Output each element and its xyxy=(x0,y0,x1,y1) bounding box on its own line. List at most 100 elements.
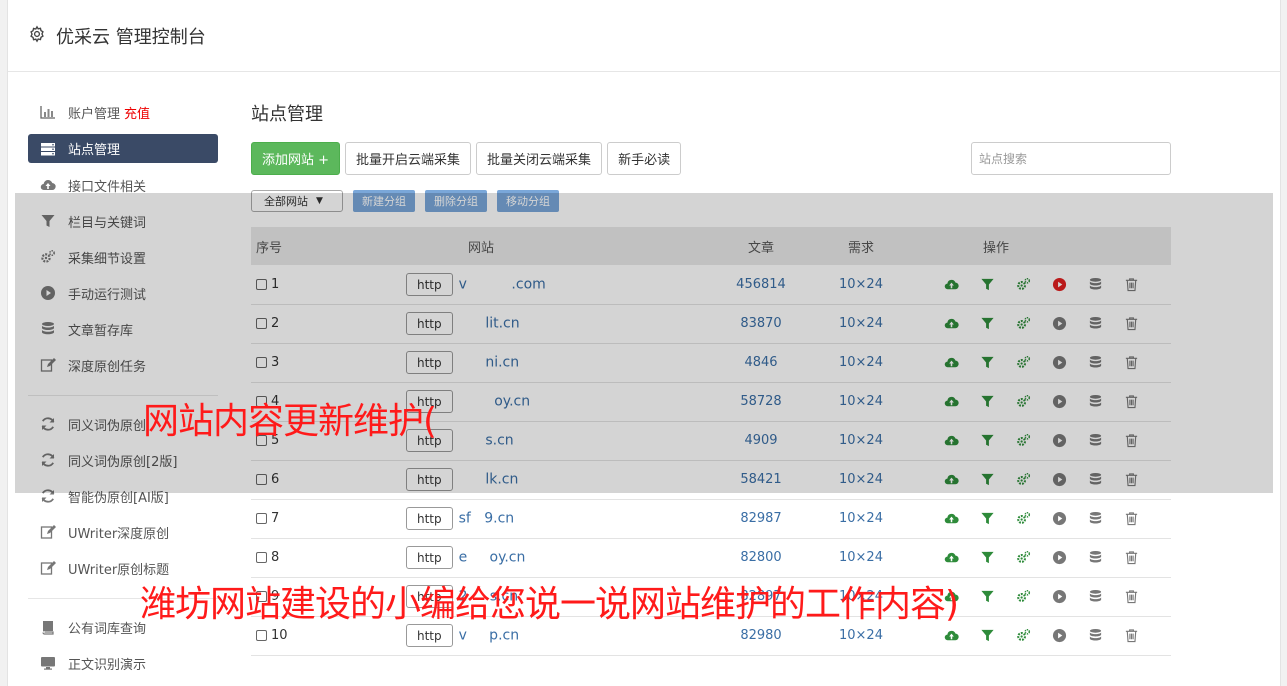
cogs-icon[interactable] xyxy=(1016,550,1052,565)
play-circle-icon[interactable] xyxy=(1052,277,1088,292)
new-group-button[interactable]: 新建分组 xyxy=(353,190,415,212)
articles-count-link[interactable]: 456814 xyxy=(691,265,831,305)
cogs-icon[interactable] xyxy=(1016,394,1052,409)
cogs-icon[interactable] xyxy=(1016,355,1052,370)
database-icon[interactable] xyxy=(1088,355,1124,370)
filter-icon[interactable] xyxy=(980,316,1016,331)
articles-count-link[interactable]: 58421 xyxy=(691,460,831,500)
filter-icon[interactable] xyxy=(980,511,1016,526)
row-checkbox[interactable] xyxy=(256,591,267,602)
trash-icon[interactable] xyxy=(1124,472,1160,487)
trash-icon[interactable] xyxy=(1124,394,1160,409)
sidebar-item-manual-run[interactable]: 手动运行测试 xyxy=(28,275,218,311)
articles-count-link[interactable]: 82980 xyxy=(691,616,831,656)
site-domain-link[interactable]: ni.cn xyxy=(459,355,519,371)
play-circle-icon[interactable] xyxy=(1052,472,1088,487)
cloud-upload-icon[interactable] xyxy=(944,394,980,409)
filter-icon[interactable] xyxy=(980,277,1016,292)
row-checkbox[interactable] xyxy=(256,396,267,407)
site-domain-link[interactable]: oy.cn xyxy=(459,394,530,410)
demand-link[interactable]: 10×24 xyxy=(831,343,891,383)
trash-icon[interactable] xyxy=(1124,277,1160,292)
site-domain-link[interactable]: sf 9.cn xyxy=(459,511,515,527)
cogs-icon[interactable] xyxy=(1016,433,1052,448)
database-icon[interactable] xyxy=(1088,589,1124,604)
cogs-icon[interactable] xyxy=(1016,472,1052,487)
row-checkbox[interactable] xyxy=(256,630,267,641)
filter-icon[interactable] xyxy=(980,355,1016,370)
site-domain-link[interactable]: lk.cn xyxy=(459,472,518,488)
play-circle-icon[interactable] xyxy=(1052,394,1088,409)
cloud-upload-icon[interactable] xyxy=(944,511,980,526)
protocol-badge[interactable]: http xyxy=(406,624,453,647)
protocol-badge[interactable]: http xyxy=(406,312,453,335)
sidebar-item-interface-files[interactable]: 接口文件相关 xyxy=(28,167,218,203)
database-icon[interactable] xyxy=(1088,316,1124,331)
recharge-link[interactable]: 充值 xyxy=(124,103,150,122)
articles-count-link[interactable]: 82897 xyxy=(691,577,831,617)
demand-link[interactable]: 10×24 xyxy=(831,616,891,656)
database-icon[interactable] xyxy=(1088,511,1124,526)
trash-icon[interactable] xyxy=(1124,550,1160,565)
filter-icon[interactable] xyxy=(980,433,1016,448)
row-checkbox[interactable] xyxy=(256,357,267,368)
database-icon[interactable] xyxy=(1088,472,1124,487)
trash-icon[interactable] xyxy=(1124,589,1160,604)
site-search-input[interactable]: 站点搜索 xyxy=(971,142,1171,175)
cloud-upload-icon[interactable] xyxy=(944,316,980,331)
delete-group-button[interactable]: 删除分组 xyxy=(425,190,487,212)
trash-icon[interactable] xyxy=(1124,511,1160,526)
cogs-icon[interactable] xyxy=(1016,511,1052,526)
articles-count-link[interactable]: 58728 xyxy=(691,382,831,422)
protocol-badge[interactable]: http xyxy=(406,585,453,608)
protocol-badge[interactable]: http xyxy=(406,468,453,491)
demand-link[interactable]: 10×24 xyxy=(831,577,891,617)
row-checkbox[interactable] xyxy=(256,552,267,563)
cloud-upload-icon[interactable] xyxy=(944,433,980,448)
sidebar-item-article-store[interactable]: 文章暂存库 xyxy=(28,311,218,347)
add-site-button[interactable]: 添加网站 + xyxy=(251,142,341,175)
protocol-badge[interactable]: http xyxy=(406,546,453,569)
sidebar-item-text-recognition[interactable]: 正文识别演示 xyxy=(28,645,218,681)
sidebar-item-synonym-rewrite[interactable]: 同义词伪原创 xyxy=(28,406,218,442)
sidebar-item-ai-rewrite[interactable]: 智能伪原创[AI版] xyxy=(28,478,218,514)
cloud-upload-icon[interactable] xyxy=(944,277,980,292)
site-domain-link[interactable]: e oy.cn xyxy=(459,550,526,566)
cloud-upload-icon[interactable] xyxy=(944,628,980,643)
row-checkbox[interactable] xyxy=(256,513,267,524)
articles-count-link[interactable]: 4846 xyxy=(691,343,831,383)
filter-icon[interactable] xyxy=(980,628,1016,643)
site-domain-link[interactable]: v p.cn xyxy=(459,628,519,644)
demand-link[interactable]: 10×24 xyxy=(831,304,891,344)
sidebar-item-deep-original[interactable]: 深度原创任务 xyxy=(28,347,218,383)
database-icon[interactable] xyxy=(1088,394,1124,409)
sidebar-item-public-lexicon[interactable]: 公有词库查询 xyxy=(28,609,218,645)
play-circle-icon[interactable] xyxy=(1052,355,1088,370)
articles-count-link[interactable]: 4909 xyxy=(691,421,831,461)
row-checkbox[interactable] xyxy=(256,318,267,329)
protocol-badge[interactable]: http xyxy=(406,429,453,452)
cogs-icon[interactable] xyxy=(1016,628,1052,643)
filter-icon[interactable] xyxy=(980,394,1016,409)
database-icon[interactable] xyxy=(1088,433,1124,448)
protocol-badge[interactable]: http xyxy=(406,390,453,413)
sidebar-item-sites[interactable]: 站点管理 xyxy=(28,134,218,163)
row-checkbox[interactable] xyxy=(256,278,267,290)
beginner-guide-button[interactable]: 新手必读 xyxy=(607,142,682,175)
filter-icon[interactable] xyxy=(980,472,1016,487)
filter-icon[interactable] xyxy=(980,550,1016,565)
sidebar-item-columns-keywords[interactable]: 栏目与关键词 xyxy=(28,203,218,239)
batch-enable-cloud-button[interactable]: 批量开启云端采集 xyxy=(345,142,472,175)
sidebar-item-synonym-rewrite-v2[interactable]: 同义词伪原创[2版] xyxy=(28,442,218,478)
batch-disable-cloud-button[interactable]: 批量关闭云端采集 xyxy=(476,142,603,175)
play-circle-icon[interactable] xyxy=(1052,316,1088,331)
play-circle-icon[interactable] xyxy=(1052,589,1088,604)
move-group-button[interactable]: 移动分组 xyxy=(497,190,559,212)
protocol-badge[interactable]: http xyxy=(406,351,453,374)
protocol-badge[interactable]: http xyxy=(406,507,453,530)
group-select[interactable]: 全部网站 ▼ xyxy=(251,190,343,212)
sidebar-item-uwriter-deep[interactable]: UWriter深度原创 xyxy=(28,514,218,550)
protocol-badge[interactable]: http xyxy=(406,272,453,296)
row-checkbox[interactable] xyxy=(256,474,267,485)
demand-link[interactable]: 10×24 xyxy=(831,382,891,422)
